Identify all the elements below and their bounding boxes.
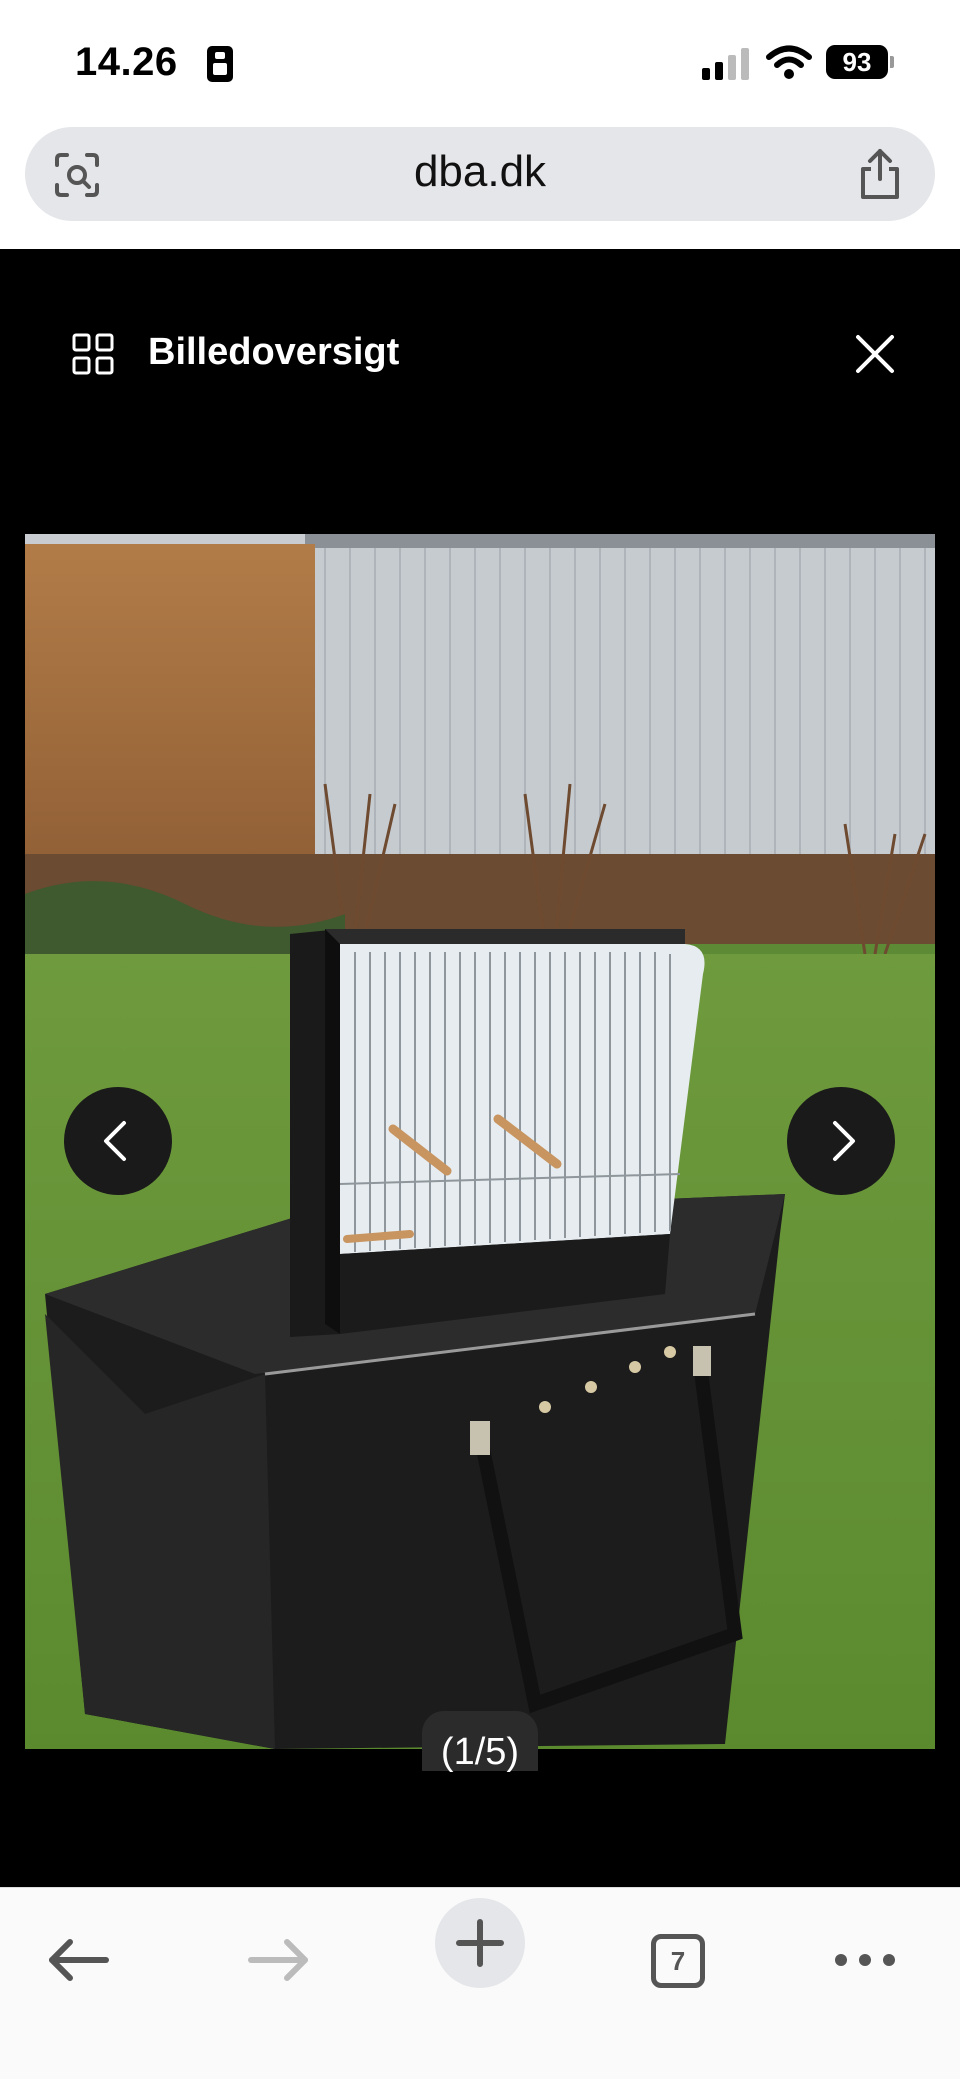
status-bar: 14.26 93 [0, 0, 960, 120]
grid-icon[interactable] [72, 333, 114, 375]
viewer-header: Billedoversigt [0, 249, 960, 449]
back-arrow-icon[interactable] [28, 1910, 128, 2010]
plus-icon [456, 1919, 504, 1967]
address-bar[interactable]: dba.dk [25, 127, 935, 221]
signal-icon [702, 46, 752, 80]
next-image-button[interactable] [787, 1087, 895, 1195]
wifi-icon [766, 45, 812, 79]
id-card-icon [207, 46, 233, 82]
battery-tip [890, 56, 894, 68]
share-icon[interactable] [855, 147, 905, 201]
more-options-icon[interactable] [815, 1910, 915, 2010]
tabs-count: 7 [651, 1934, 705, 1988]
previous-image-button[interactable] [64, 1087, 172, 1195]
forward-arrow-icon[interactable] [229, 1910, 329, 2010]
image-counter: (1/5) [440, 1731, 520, 1773]
image-overview-link[interactable]: Billedoversigt [148, 331, 399, 374]
image-viewer: Billedoversigt (1/5) [0, 249, 960, 1887]
new-tab-button[interactable] [435, 1898, 525, 1988]
battery-indicator: 93 [826, 45, 888, 79]
close-icon[interactable] [852, 331, 898, 377]
chevron-left-icon [104, 1121, 126, 1161]
tabs-button[interactable]: 7 [630, 1910, 730, 2010]
status-time: 14.26 [75, 40, 178, 84]
chevron-right-icon [833, 1121, 855, 1161]
browser-toolbar: 7 [0, 1887, 960, 2079]
url-text[interactable]: dba.dk [25, 147, 935, 197]
